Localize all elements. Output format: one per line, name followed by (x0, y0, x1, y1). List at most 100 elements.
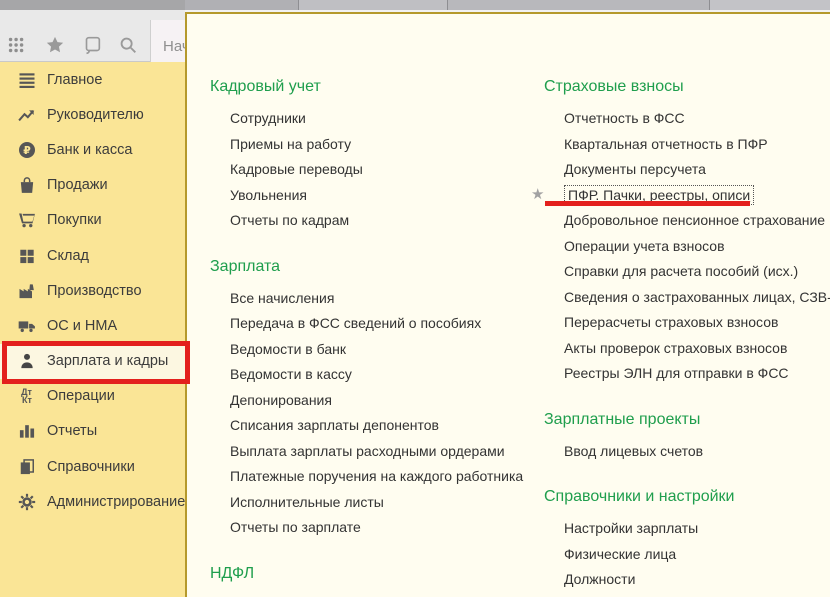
sidebar-item-продажи[interactable]: Продажи (0, 168, 185, 203)
sidebar-item-зарплата-и-кадры[interactable]: Зарплата и кадры (0, 344, 185, 379)
menu-item[interactable]: Кадровые переводы (230, 156, 542, 182)
menu-item[interactable]: Все документы по НДФЛ (230, 592, 542, 597)
menu-item[interactable]: Сведения о застрахованных лицах, СЗВ-М (564, 284, 830, 310)
menu-item[interactable]: Операции учета взносов (564, 233, 830, 259)
bar-chart-icon (16, 421, 37, 442)
sidebar-item-банк-и-касса[interactable]: ₽Банк и касса (0, 132, 185, 167)
menu-item[interactable]: Исполнительные листы (230, 489, 542, 515)
apps-grid-icon[interactable] (6, 34, 28, 56)
menu-item-label: Акты проверок страховых взносов (564, 340, 787, 356)
sidebar-item-производство[interactable]: Производство (0, 273, 185, 308)
menu-item[interactable]: Депонирования (230, 387, 542, 413)
boxes-icon (16, 245, 37, 266)
menu-item[interactable]: Платежные поручения на каждого работника (230, 463, 542, 489)
menu-section: НДФЛВсе документы по НДФЛ (230, 564, 542, 597)
section-menu-panel: Кадровый учетСотрудникиПриемы на работуК… (185, 12, 830, 597)
sidebar-item-покупки[interactable]: Покупки (0, 203, 185, 238)
menu-item[interactable]: Должности (564, 566, 830, 592)
menu-item-label: Физические лица (564, 546, 676, 562)
menu-item[interactable]: Отчетность в ФСС (564, 105, 830, 131)
menu-item-label: Сведения о застрахованных лицах, СЗВ-М (564, 289, 830, 305)
menu-item-label: Приемы на работу (230, 136, 351, 152)
menu-item[interactable]: Сотрудники (230, 105, 542, 131)
menu-item[interactable]: Акты проверок страховых взносов (564, 335, 830, 361)
favorite-star-icon[interactable]: ★ (531, 182, 544, 208)
sidebar-item-отчеты[interactable]: Отчеты (0, 414, 185, 449)
sidebar-item-операции[interactable]: ДтКтОперации (0, 379, 185, 414)
menu-section: Страховые взносыОтчетность в ФССКварталь… (564, 77, 830, 386)
gear-icon (16, 491, 37, 512)
menu-item[interactable]: Реестры ЭЛН для отправки в ФСС (564, 360, 830, 386)
truck-icon (16, 315, 37, 336)
favorites-star-icon[interactable] (44, 34, 66, 56)
books-icon (16, 456, 37, 477)
sidebar-item-администрирование[interactable]: Администрирование (0, 484, 185, 519)
sidebar-nav: Главное Руководителю ₽Банк и касса Продажи П… (0, 62, 185, 597)
section-title: НДФЛ (210, 564, 542, 584)
sidebar-item-ос-и-нма[interactable]: ОС и НМА (0, 308, 185, 343)
menu-column-right: Страховые взносыОтчетность в ФССКварталь… (564, 77, 830, 597)
sidebar-item-label: ОС и НМА (47, 318, 117, 334)
sidebar-item-руководителю[interactable]: Руководителю (0, 97, 185, 132)
main-toolbar: Нач (0, 10, 185, 62)
menu-item[interactable]: Добровольное пенсионное страхование (564, 207, 830, 233)
menu-item[interactable]: Квартальная отчетность в ПФР (564, 131, 830, 157)
menu-item[interactable]: Документы персучета (564, 156, 830, 182)
person-icon (16, 351, 37, 372)
titlebar-segment (185, 0, 299, 10)
menu-item-label: Передача в ФСС сведений о пособиях (230, 315, 481, 331)
menu-item[interactable]: Физические лица (564, 541, 830, 567)
menu-item[interactable]: Ведомости в банк (230, 336, 542, 362)
dt-kt-icon: ДтКт (16, 386, 37, 407)
section-title: Зарплата (210, 257, 542, 277)
menu-item-label: Выплата зарплаты расходными ордерами (230, 443, 505, 459)
menu-item[interactable]: Зарплатные проекты (564, 592, 830, 597)
menu-item[interactable]: Справки для расчета пособий (исх.) (564, 258, 830, 284)
titlebar-segment (448, 0, 710, 10)
menu-item[interactable]: Отчеты по зарплате (230, 514, 542, 540)
tab-label: Нач (163, 38, 185, 55)
sidebar-item-главное[interactable]: Главное (0, 62, 185, 97)
search-icon[interactable] (117, 34, 139, 56)
sidebar-item-label: Отчеты (47, 423, 97, 439)
menu-item-label: Кадровые переводы (230, 161, 363, 177)
menu-item[interactable]: Передача в ФСС сведений о пособиях (230, 310, 542, 336)
menu-item[interactable]: ★ПФР. Пачки, реестры, описи (564, 182, 830, 208)
menu-item[interactable]: Настройки зарплаты (564, 515, 830, 541)
sidebar-item-label: Руководителю (47, 107, 144, 123)
sidebar-item-label: Справочники (47, 459, 135, 475)
menu-item-label: Отчеты по кадрам (230, 212, 349, 228)
menu-item[interactable]: Все начисления (230, 285, 542, 311)
menu-item-label: Реестры ЭЛН для отправки в ФСС (564, 365, 789, 381)
menu-item-label: Ведомости в кассу (230, 366, 352, 382)
menu-section: Зарплатные проектыВвод лицевых счетов (564, 410, 830, 464)
menu-item[interactable]: Выплата зарплаты расходными ордерами (230, 438, 542, 464)
section-title: Зарплатные проекты (544, 410, 830, 430)
ruble-circle-icon: ₽ (16, 139, 37, 160)
menu-item[interactable]: Приемы на работу (230, 131, 542, 157)
menu-item[interactable]: Ввод лицевых счетов (564, 438, 830, 464)
menu-item-label: Документы персучета (564, 161, 706, 177)
sidebar-item-склад[interactable]: Склад (0, 238, 185, 273)
menu-item-label: Перерасчеты страховых взносов (564, 314, 778, 330)
menu-item-label: Добровольное пенсионное страхование (564, 212, 825, 228)
sidebar-item-справочники[interactable]: Справочники (0, 449, 185, 484)
history-scroll-icon[interactable] (81, 34, 103, 56)
menu-item[interactable]: Ведомости в кассу (230, 361, 542, 387)
menu-item-label: Ведомости в банк (230, 341, 346, 357)
menu-icon (16, 69, 37, 90)
trend-chart-icon (16, 104, 37, 125)
menu-item-label: Отчеты по зарплате (230, 519, 361, 535)
menu-section: Кадровый учетСотрудникиПриемы на работуК… (230, 77, 542, 233)
menu-item-label: Увольнения (230, 187, 307, 203)
sidebar-item-label: Продажи (47, 177, 108, 193)
menu-item-label: Должности (564, 571, 635, 587)
menu-item[interactable]: Списания зарплаты депонентов (230, 412, 542, 438)
svg-text:₽: ₽ (23, 145, 31, 157)
menu-item[interactable]: Отчеты по кадрам (230, 207, 542, 233)
titlebar-segment (0, 0, 185, 10)
menu-item[interactable]: Перерасчеты страховых взносов (564, 309, 830, 335)
menu-section: Справочники и настройкиНастройки зарплат… (564, 487, 830, 597)
menu-item-label: Операции учета взносов (564, 238, 725, 254)
menu-item[interactable]: Увольнения (230, 182, 542, 208)
